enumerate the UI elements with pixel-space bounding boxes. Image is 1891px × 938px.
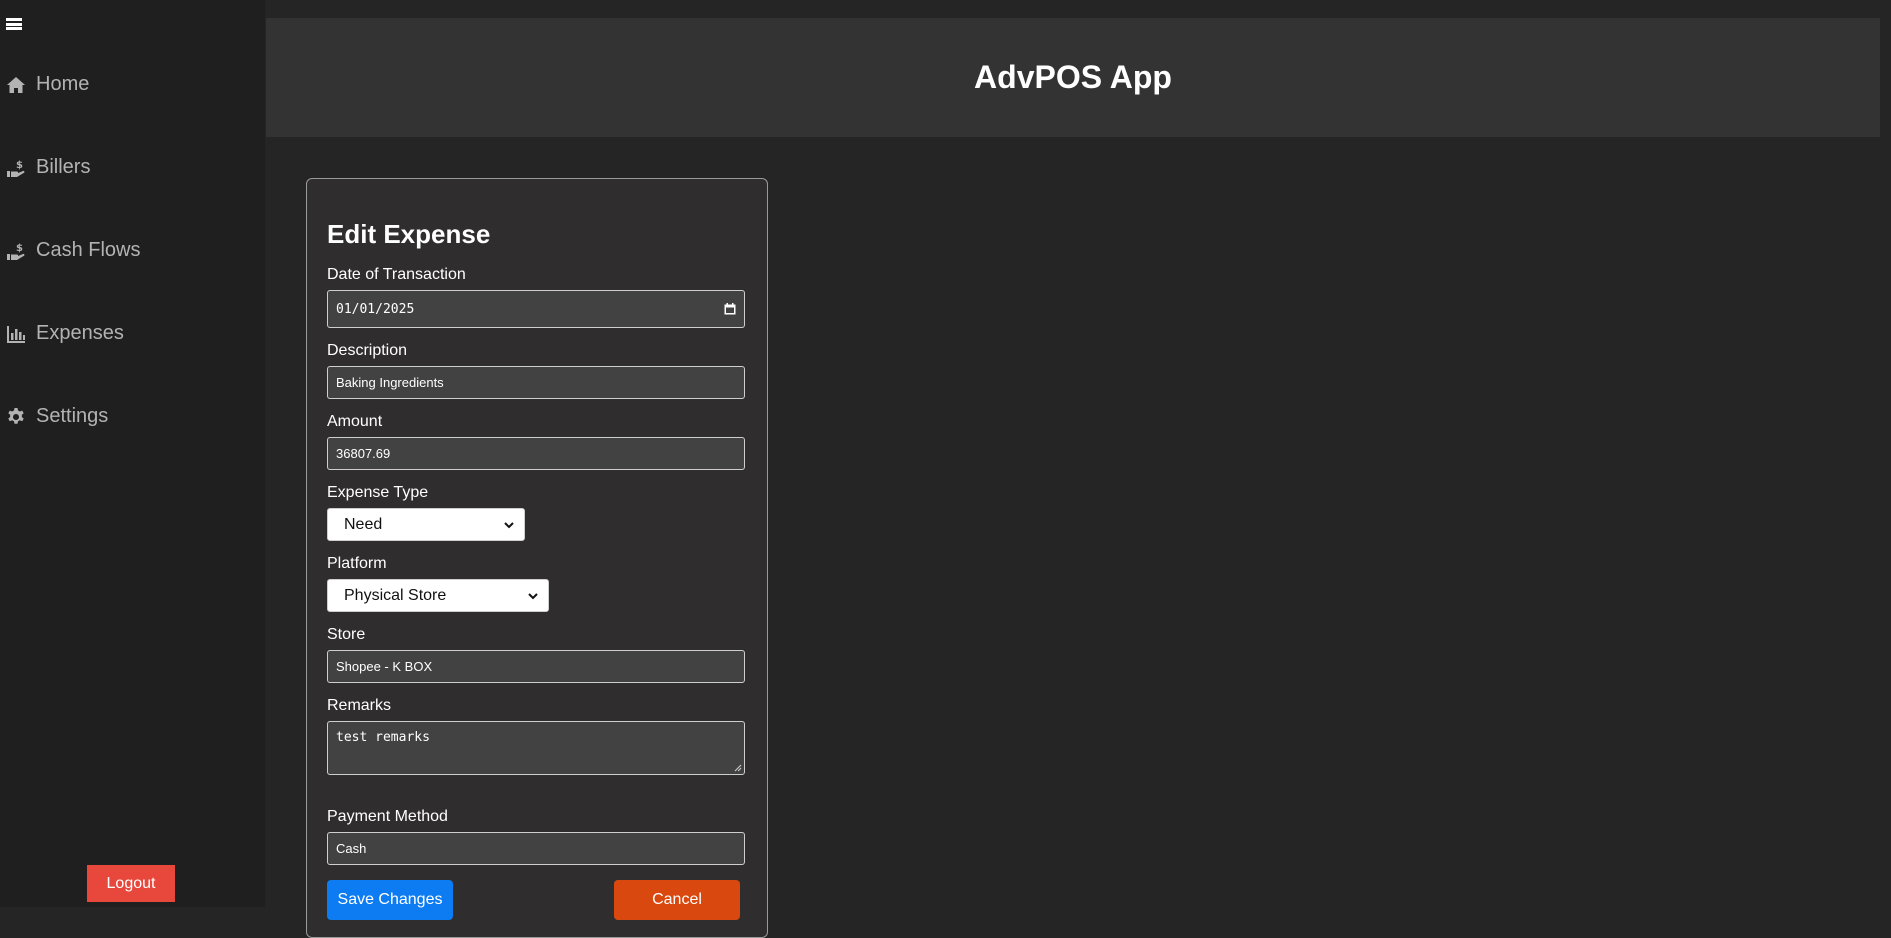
- platform-value: Physical Store: [344, 586, 447, 604]
- chevron-down-icon: [528, 592, 538, 599]
- date-value: 01/01/2025: [336, 301, 415, 317]
- cancel-button[interactable]: Cancel: [614, 880, 740, 920]
- amount-label: Amount: [327, 413, 383, 430]
- store-input[interactable]: Shopee - K BOX: [327, 650, 745, 683]
- sidebar-item-billers[interactable]: $ Billers: [6, 156, 90, 179]
- app-title: AdvPOS App: [974, 59, 1172, 95]
- svg-text:$: $: [16, 243, 23, 254]
- payment-method-input[interactable]: Cash: [327, 832, 745, 865]
- expense-type-select[interactable]: Need: [327, 508, 525, 541]
- sidebar-item-cash-flows[interactable]: $ Cash Flows: [6, 239, 140, 262]
- sidebar-item-label: Billers: [36, 156, 91, 178]
- svg-text:$: $: [16, 160, 23, 171]
- remarks-value: test remarks: [336, 730, 430, 745]
- hand-dollar-icon: $: [6, 158, 26, 178]
- calendar-icon[interactable]: [724, 303, 736, 315]
- home-icon: [6, 75, 26, 95]
- sidebar-item-label: Home: [36, 73, 90, 95]
- expense-type-value: Need: [344, 515, 383, 533]
- bar-chart-icon: [6, 324, 26, 344]
- app-header: AdvPOS App: [266, 18, 1880, 137]
- sidebar-item-settings[interactable]: Settings: [6, 405, 108, 428]
- sidebar-item-expenses[interactable]: Expenses: [6, 322, 124, 345]
- edit-expense-card: Edit Expense Date of Transaction 01/01/2…: [306, 178, 768, 938]
- remarks-textarea[interactable]: test remarks: [327, 721, 745, 775]
- payment-method-label: Payment Method: [327, 808, 448, 825]
- platform-label: Platform: [327, 555, 387, 572]
- description-input[interactable]: Baking Ingredients: [327, 366, 745, 399]
- sidebar: Home $ Billers $ Cash Flows Expenses Set…: [0, 0, 265, 907]
- date-input[interactable]: 01/01/2025: [327, 290, 745, 328]
- remarks-label: Remarks: [327, 697, 392, 714]
- sidebar-item-label: Cash Flows: [36, 239, 141, 261]
- sidebar-item-home[interactable]: Home: [6, 73, 89, 96]
- hand-dollar-icon: $: [6, 241, 26, 261]
- store-label: Store: [327, 626, 366, 643]
- form-title: Edit Expense: [327, 219, 491, 249]
- expense-type-label: Expense Type: [327, 484, 429, 501]
- save-changes-button[interactable]: Save Changes: [327, 880, 453, 920]
- platform-select[interactable]: Physical Store: [327, 579, 549, 612]
- chevron-down-icon: [504, 521, 514, 528]
- description-label: Description: [327, 342, 408, 359]
- sidebar-item-label: Expenses: [36, 322, 124, 344]
- amount-input[interactable]: 36807.69: [327, 437, 745, 470]
- sidebar-item-label: Settings: [36, 405, 109, 427]
- date-label: Date of Transaction: [327, 266, 466, 283]
- gear-icon: [6, 407, 26, 427]
- logout-button[interactable]: Logout: [87, 865, 175, 902]
- menu-toggle-icon[interactable]: [6, 16, 22, 32]
- resize-handle-icon[interactable]: [734, 764, 742, 772]
